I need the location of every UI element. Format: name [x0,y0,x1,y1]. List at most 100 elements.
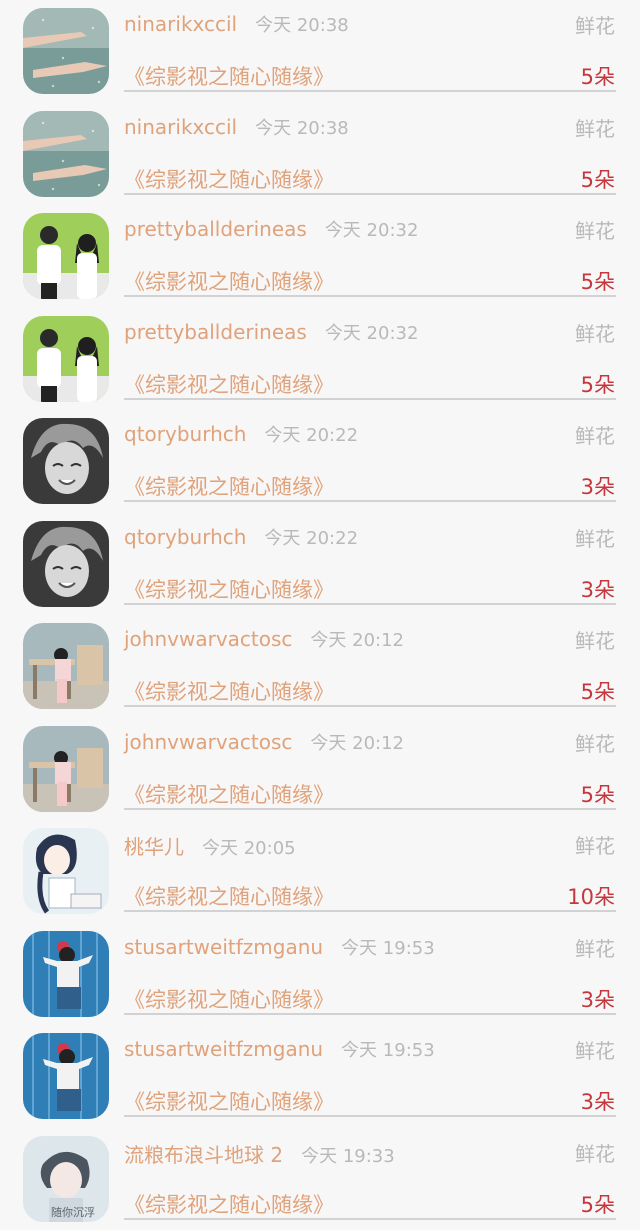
timestamp: 今天 20:32 [325,323,419,344]
timestamp: 今天 19:53 [341,1040,435,1061]
timestamp: 今天 19:33 [301,1146,395,1167]
divider [124,1218,616,1220]
desk-girl-avatar[interactable] [23,726,109,812]
username[interactable]: stusartweitfzmganu [124,1037,323,1061]
divider [124,90,616,92]
list-item[interactable]: prettyballderineas 今天 20:32 鲜花 《综影视之随心随缘》… [0,308,640,411]
gift-count: 10朵 [567,881,615,911]
book-title[interactable]: 《综影视之随心随缘》 [124,164,334,194]
book-title[interactable]: 《综影视之随心随缘》 [124,266,334,296]
gift-count: 3朵 [581,574,615,604]
list-item[interactable]: johnvwarvactosc今天 20:12 鲜花 《综影视之随心随缘》 5朵 [0,615,640,718]
timestamp: 今天 20:32 [325,220,419,241]
book-title[interactable]: 《综影视之随心随缘》 [124,1086,334,1116]
drawn-girl-avatar[interactable] [23,828,109,914]
gift-type: 鲜花 [575,10,615,39]
timestamp: 今天 20:38 [255,15,349,36]
divider [124,1115,616,1117]
list-item[interactable]: ninarikxccil 今天 20:38 鲜花 《综影视之随心随缘》 5朵 [0,0,640,103]
divider [124,603,616,605]
user-meta: johnvwarvactosc今天 20:12 [124,626,404,652]
gift-count: 5朵 [581,1189,615,1219]
user-meta: ninarikxccil 今天 20:38 [124,114,349,140]
username[interactable]: johnvwarvactosc [124,730,292,754]
timestamp: 今天 20:38 [255,118,349,139]
user-meta: qtoryburhch 今天 20:22 [124,421,358,447]
list-item[interactable]: 桃华儿今天 20:05 鲜花 《综影视之随心随缘》 10朵 [0,820,640,923]
wall-girl-avatar[interactable] [23,931,109,1017]
divider [124,808,616,810]
divider [124,295,616,297]
gift-count: 3朵 [581,471,615,501]
list-item[interactable]: qtoryburhch今天 20:22 鲜花 《综影视之随心随缘》 3朵 [0,513,640,616]
gift-type: 鲜花 [575,318,615,347]
gift-type: 鲜花 [575,933,615,962]
gift-count: 5朵 [581,369,615,399]
username[interactable]: qtoryburhch [124,422,246,446]
book-title[interactable]: 《综影视之随心随缘》 [124,369,334,399]
couple-avatar[interactable] [23,316,109,402]
user-meta: stusartweitfzmganu今天 19:53 [124,934,435,960]
gift-count: 5朵 [581,266,615,296]
divider [124,500,616,502]
rain-hands-avatar[interactable] [23,111,109,197]
gift-type: 鲜花 [575,625,615,654]
username[interactable]: prettyballderineas [124,217,307,241]
divider [124,398,616,400]
book-title[interactable]: 《综影视之随心随缘》 [124,779,334,809]
divider [124,910,616,912]
user-meta: johnvwarvactosc今天 20:12 [124,729,404,755]
list-item[interactable]: stusartweitfzmganu 今天 19:53 鲜花 《综影视之随心随缘》… [0,1025,640,1128]
svg-text:随你沉浮: 随你沉浮 [51,1205,95,1219]
username[interactable]: ninarikxccil [124,115,237,139]
book-title[interactable]: 《综影视之随心随缘》 [124,984,334,1014]
username[interactable]: qtoryburhch [124,525,246,549]
book-title[interactable]: 《综影视之随心随缘》 [124,881,334,911]
user-meta: ninarikxccil 今天 20:38 [124,11,349,37]
user-meta: 桃华儿今天 20:05 [124,831,296,860]
username[interactable]: 流粮布浪斗地球 2 [124,1143,283,1167]
list-item[interactable]: stusartweitfzmganu今天 19:53 鲜花 《综影视之随心随缘》… [0,923,640,1026]
gift-record-list: ninarikxccil 今天 20:38 鲜花 《综影视之随心随缘》 5朵 ni… [0,0,640,1230]
timestamp: 今天 20:22 [264,425,358,446]
gift-count: 5朵 [581,61,615,91]
list-item[interactable]: prettyballderineas 今天 20:32 鲜花 《综影视之随心随缘》… [0,205,640,308]
book-title[interactable]: 《综影视之随心随缘》 [124,471,334,501]
list-item[interactable]: ninarikxccil 今天 20:38 鲜花 《综影视之随心随缘》 5朵 [0,103,640,206]
username[interactable]: johnvwarvactosc [124,627,292,651]
anime-boy-avatar[interactable] [23,521,109,607]
list-item[interactable]: qtoryburhch 今天 20:22 鲜花 《综影视之随心随缘》 3朵 [0,410,640,513]
username[interactable]: prettyballderineas [124,320,307,344]
couple-avatar[interactable] [23,213,109,299]
desk-girl-avatar[interactable] [23,623,109,709]
username[interactable]: stusartweitfzmganu [124,935,323,959]
gift-count: 5朵 [581,676,615,706]
gift-type: 鲜花 [575,728,615,757]
gift-count: 3朵 [581,984,615,1014]
anime-boy-avatar[interactable] [23,418,109,504]
book-title[interactable]: 《综影视之随心随缘》 [124,574,334,604]
user-meta: stusartweitfzmganu 今天 19:53 [124,1036,435,1062]
username[interactable]: ninarikxccil [124,12,237,36]
divider [124,1013,616,1015]
gift-type: 鲜花 [575,1035,615,1064]
gift-count: 5朵 [581,164,615,194]
list-item[interactable]: 随你沉浮 流粮布浪斗地球 2 今天 19:33 鲜花 《综影视之随心随缘》 5朵 [0,1128,640,1230]
username[interactable]: 桃华儿 [124,835,184,859]
gift-type: 鲜花 [575,113,615,142]
book-title[interactable]: 《综影视之随心随缘》 [124,1189,334,1219]
book-title[interactable]: 《综影视之随心随缘》 [124,61,334,91]
gift-type: 鲜花 [575,1138,615,1167]
wall-girl-avatar[interactable] [23,1033,109,1119]
gift-count: 5朵 [581,779,615,809]
gift-type: 鲜花 [575,215,615,244]
gift-type: 鲜花 [575,420,615,449]
rain-hands-avatar[interactable] [23,8,109,94]
divider [124,705,616,707]
gift-type: 鲜花 [575,523,615,552]
user-meta: prettyballderineas 今天 20:32 [124,216,418,242]
sketch-boy-avatar[interactable]: 随你沉浮 [23,1136,109,1222]
user-meta: 流粮布浪斗地球 2 今天 19:33 [124,1139,395,1168]
book-title[interactable]: 《综影视之随心随缘》 [124,676,334,706]
list-item[interactable]: johnvwarvactosc今天 20:12 鲜花 《综影视之随心随缘》 5朵 [0,718,640,821]
